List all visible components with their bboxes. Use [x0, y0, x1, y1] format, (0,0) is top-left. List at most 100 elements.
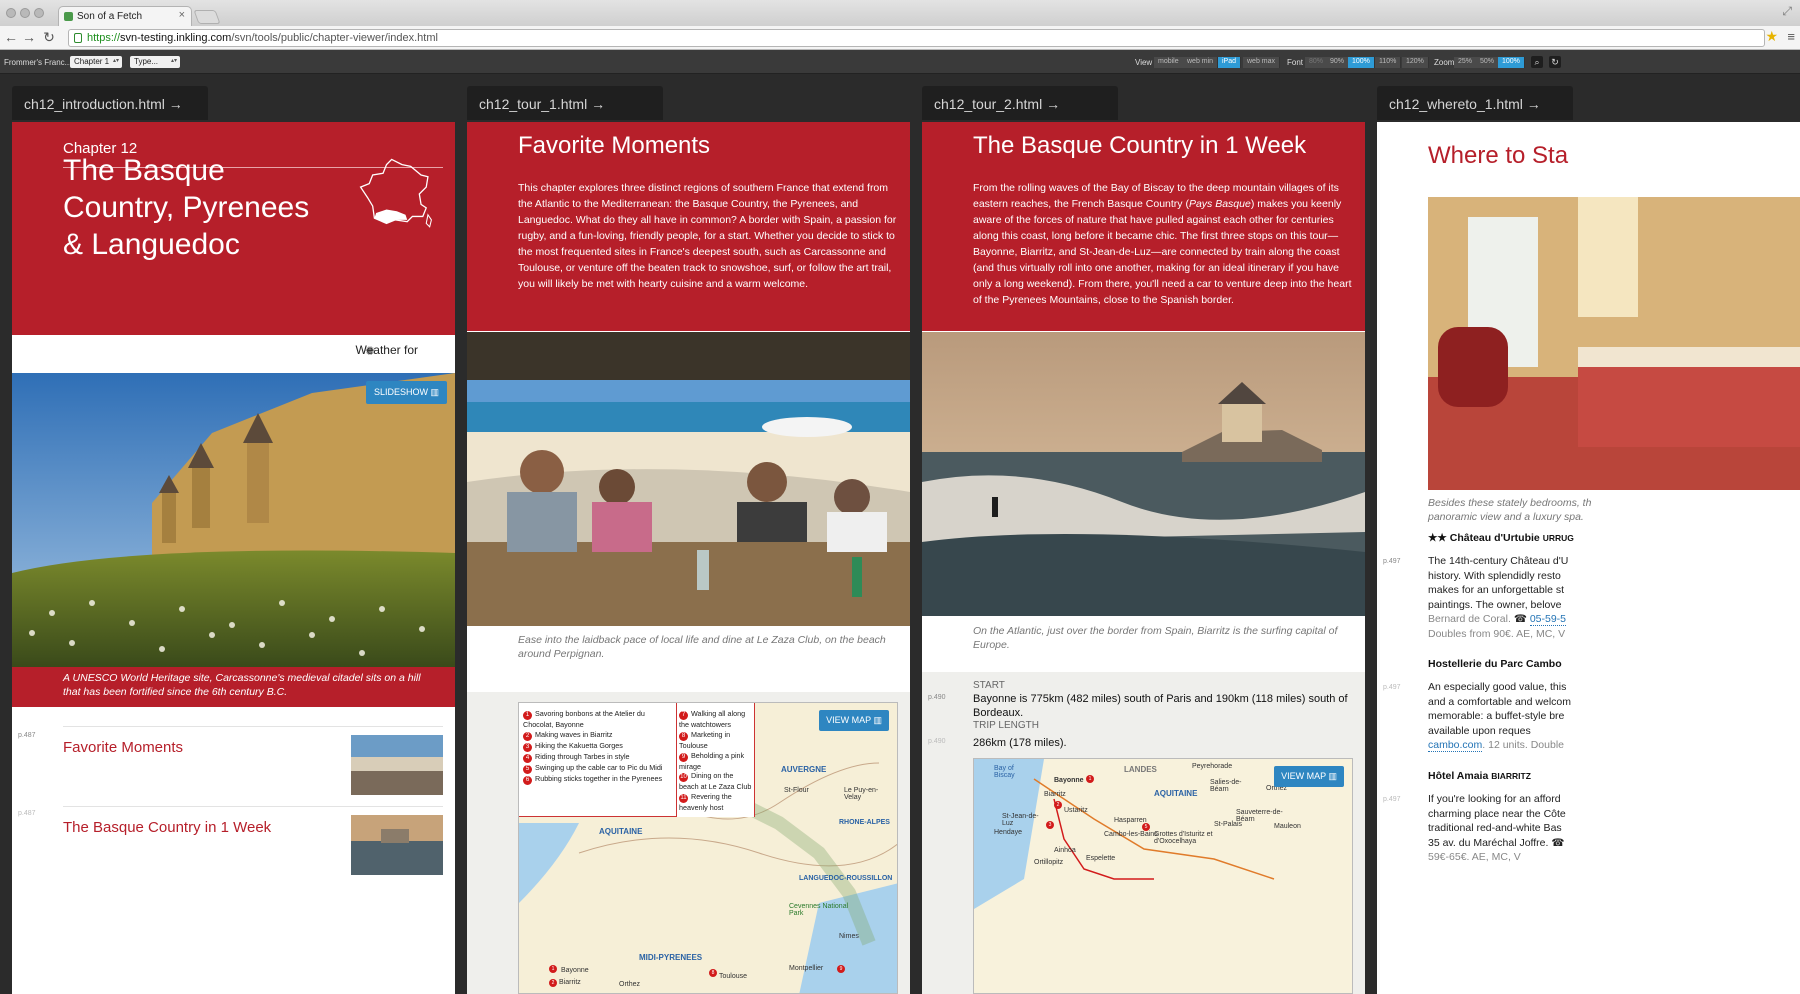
map-place-label: Hendaye [994, 829, 1023, 836]
view-option-web-max[interactable]: web max [1243, 57, 1281, 68]
map-place-label: St-Jean-de-Luz [1002, 813, 1039, 827]
hotel-description: An especially good value, this and a com… [1428, 680, 1571, 753]
view-map-button[interactable]: VIEW MAP ▥ [1274, 766, 1344, 787]
map-place-label: Hasparren [1114, 817, 1147, 824]
browser-tab[interactable]: Son of a Fetch × [58, 6, 192, 26]
slideshow-map-icon: ▥ [430, 387, 439, 397]
hotel-bedroom-photo [1428, 197, 1800, 490]
trip-length-label: TRIP LENGTH [973, 720, 1039, 731]
map-place-label: Orthez [619, 981, 641, 988]
price-line: . 12 units. Double [1482, 739, 1564, 751]
minimize-window-button[interactable] [20, 8, 30, 18]
map-place-label: St-Palais [1214, 821, 1243, 828]
hotel-heading-amaia: Hôtel Amaia BIARRITZ [1428, 770, 1531, 782]
desc-line: paintings. The owner, belove [1428, 598, 1562, 611]
zoom-option-100[interactable]: 100% [1498, 57, 1525, 68]
map-marker[interactable]: 2 [1054, 801, 1062, 809]
refresh-icon[interactable]: ↻ [1549, 56, 1561, 68]
search-icon[interactable]: ⌕ [1531, 56, 1543, 68]
back-icon[interactable]: ← [4, 29, 18, 45]
font-option-120[interactable]: 120% [1402, 57, 1429, 68]
hotel-heading-urtubie: ★★ Château d'Urtubie URRUG [1428, 532, 1574, 544]
map-marker[interactable]: 1 [549, 965, 557, 973]
start-value: Bayonne is 775km (482 miles) south of Pa… [973, 693, 1348, 719]
section-title: The Basque Country in 1 Week [973, 132, 1307, 159]
zoom-label: Zoom [1434, 58, 1455, 67]
zoom-window-button[interactable] [34, 8, 44, 18]
tour-map[interactable]: Bay of Biscay Bayonne Biarritz AQUITAINE… [973, 758, 1353, 994]
page-number: p.487 [18, 810, 36, 817]
chapter-select[interactable]: Chapter 1 [70, 56, 122, 68]
map-place-label: Sauveterre-de-Béarn [1236, 809, 1283, 823]
toc-link-title: The Basque Country in 1 Week [63, 819, 272, 836]
desc-line: An especially good value, this [1428, 681, 1567, 693]
bookmark-star-icon[interactable]: ★ [1765, 28, 1778, 45]
view-option-ipad[interactable]: iPad [1218, 57, 1242, 68]
font-option-90[interactable]: 90% [1326, 57, 1350, 68]
map-place-label: Ortillopitz [1034, 859, 1064, 866]
toc-link-favorite-moments[interactable]: Favorite Moments [63, 726, 443, 806]
menu-icon[interactable]: ≡ [1787, 29, 1795, 44]
map-place-label: Nimes [839, 933, 859, 940]
map-marker[interactable]: 9 [837, 965, 845, 973]
map-place-label: Bayonne [561, 967, 589, 974]
map-icon: ▥ [873, 715, 882, 725]
url-scheme: https:// [87, 32, 121, 44]
legend-item: Making waves in Biarritz [535, 729, 613, 739]
desc-line: makes for an unforgettable st [1428, 584, 1564, 596]
map-marker[interactable]: 8 [709, 969, 717, 977]
map-marker[interactable]: 5 [1142, 823, 1150, 831]
favicon-icon [64, 12, 73, 21]
toc-link-basque-week[interactable]: The Basque Country in 1 Week [63, 806, 443, 886]
beach-dining-photo [467, 332, 910, 626]
map-place-label: Salies-de-Béarn [1210, 779, 1242, 793]
map-place-label: St-Flour [784, 787, 809, 794]
pane-tour-1: Favorite Moments This chapter explores t… [467, 122, 910, 994]
tab-ch12-tour-2[interactable]: ch12_tour_2.html → [922, 86, 1118, 120]
fullscreen-icon[interactable]: ⤢ [1782, 4, 1792, 19]
zoom-option-50[interactable]: 50% [1476, 57, 1500, 68]
slideshow-label: SLIDESHOW [373, 387, 428, 397]
map-marker[interactable]: 3 [1046, 821, 1054, 829]
font-option-110[interactable]: 110% [1375, 57, 1402, 68]
map-place-label: Ustaritz [1064, 807, 1088, 814]
reload-icon[interactable]: ↻ [42, 29, 56, 46]
map-place-label: Biarritz [559, 979, 581, 986]
new-tab-button[interactable] [193, 10, 221, 24]
browser-toolbar: ← → ↻ https://svn-testing.inkling.com/sv… [0, 26, 1800, 50]
map-place-label: Bay of Biscay [994, 765, 1015, 779]
trip-length-value: 286km (178 miles). [973, 737, 1067, 749]
view-option-mobile[interactable]: mobile [1154, 57, 1184, 68]
section-title: Where to Sta [1428, 142, 1569, 169]
phone-link[interactable]: 05-59-5 [1529, 613, 1567, 626]
font-option-80[interactable]: 80% [1305, 57, 1329, 68]
page-number: p.487 [18, 732, 36, 739]
url-path: /svn/tools/public/chapter-viewer/index.h… [231, 32, 438, 44]
zoom-option-25[interactable]: 25% [1454, 57, 1478, 68]
map-place-label: Mauleon [1274, 823, 1301, 830]
page-number: p.497 [1383, 684, 1401, 691]
pane-where-to-stay: Where to Sta Besides these stately bedro… [1377, 122, 1800, 994]
address-bar[interactable]: https://svn-testing.inkling.com/svn/tool… [68, 29, 1765, 47]
tab-ch12-tour-1[interactable]: ch12_tour_1.html → [467, 86, 663, 120]
map-marker[interactable]: 2 [549, 979, 557, 987]
view-map-button[interactable]: VIEW MAP ▥ [819, 710, 889, 731]
map-region-label: LANDES [1124, 765, 1157, 774]
photo-caption-line: panoramic view and a luxury spa. [1428, 511, 1584, 523]
hotel-website-link[interactable]: cambo.com [1428, 739, 1483, 752]
type-select[interactable]: Type... [130, 56, 180, 68]
font-option-100[interactable]: 100% [1348, 57, 1375, 68]
intro-italic: Pays Basque [1188, 198, 1251, 210]
tour-map[interactable]: 1 Savoring bonbons at the Atelier du Choc… [518, 702, 898, 994]
tab-ch12-whereto-1[interactable]: ch12_whereto_1.html → [1377, 86, 1573, 120]
slideshow-button[interactable]: SLIDESHOW ▥ [365, 381, 447, 404]
forward-icon[interactable]: → [22, 29, 36, 45]
tab-ch12-introduction[interactable]: ch12_introduction.html → [12, 86, 208, 120]
close-window-button[interactable] [6, 8, 16, 18]
map-marker[interactable]: 1 [1086, 775, 1094, 783]
book-title: Frommer's Franc... [4, 58, 72, 67]
desc-line: history. With splendidly resto [1428, 569, 1561, 582]
map-place-label: Biarritz [1044, 791, 1066, 798]
view-option-web-min[interactable]: web min [1183, 57, 1219, 68]
close-tab-icon[interactable]: × [179, 9, 185, 21]
